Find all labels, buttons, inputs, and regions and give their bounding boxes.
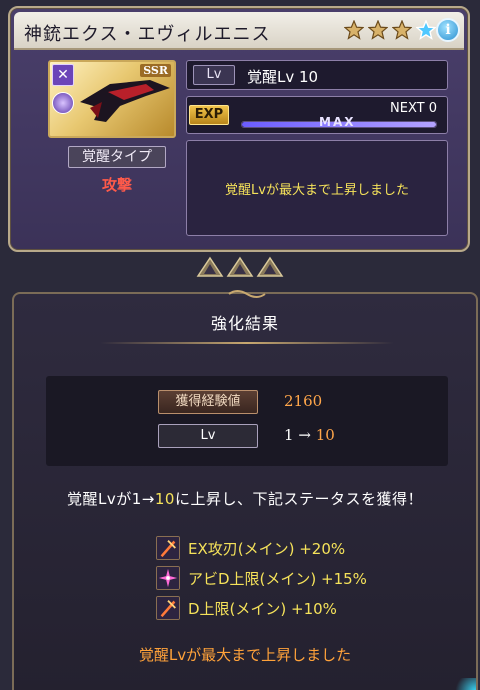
exp-tag: EXP <box>189 105 229 125</box>
level-box: Lv 覚醒Lv 10 <box>186 60 448 90</box>
bonus-text: D上限(メイン) +10% <box>188 600 337 618</box>
weapon-name: 神銃エクス・エヴィルエニス <box>24 24 271 45</box>
up-arrow-icon <box>196 256 224 277</box>
summary-to: 10 <box>154 490 175 508</box>
exp-gain-tag: 獲得経験値 <box>158 390 258 414</box>
lv-to: 10 <box>315 426 335 444</box>
star-filled-icon <box>344 20 364 40</box>
level-value: 覚醒Lv 10 <box>247 68 319 86</box>
lv-gain-value: 1 → 10 <box>284 426 335 444</box>
awaken-type-tag: 覚醒タイプ <box>68 146 166 168</box>
summary-arrow: → <box>141 490 155 508</box>
next-exp-label: NEXT 0 <box>390 101 437 116</box>
star-special-icon <box>416 20 436 40</box>
max-label: MAX <box>319 115 356 129</box>
level-tag: Lv <box>193 65 235 85</box>
title-divider <box>100 342 394 344</box>
result-panel: 強化結果 獲得経験値 2160 Lv 1 → 10 覚醒Lvが1→10に上昇し、… <box>12 290 478 690</box>
weapon-card: 神銃エクス・エヴィルエニス i SSR ✕ Lv 覚醒Lv 10 EXP NEX… <box>8 6 470 252</box>
summary-prefix: 覚醒Lvが <box>67 490 132 508</box>
up-arrow-icon <box>256 256 284 277</box>
ornament-icon <box>228 290 266 298</box>
info-icon[interactable]: i <box>436 18 460 42</box>
star-rating <box>344 20 436 40</box>
skill-icon <box>52 92 74 114</box>
max-level-message: 覚醒Lvが最大まで上昇しました <box>225 183 409 198</box>
sparkle-skill-icon <box>156 566 180 590</box>
lv-arrow: → <box>298 426 311 444</box>
exp-gain-value: 2160 <box>284 392 323 410</box>
bonus-text: アビD上限(メイン) +15% <box>188 570 367 588</box>
summary-from: 1 <box>131 490 142 508</box>
up-arrow-icon <box>226 256 254 277</box>
attack-sword-icon <box>156 536 180 560</box>
exp-box: EXP NEXT 0 MAX <box>186 96 448 134</box>
star-filled-icon <box>392 20 412 40</box>
rarity-badge: SSR <box>140 64 171 77</box>
level-up-arrows <box>196 256 284 278</box>
message-box: 覚醒Lvが最大まで上昇しました <box>186 140 448 236</box>
bonus-text: EX攻刃(メイン) +20% <box>188 540 346 558</box>
lv-gain-tag: Lv <box>158 424 258 448</box>
gain-box: 獲得経験値 2160 Lv 1 → 10 <box>46 376 448 466</box>
result-title: 強化結果 <box>210 314 279 333</box>
star-filled-icon <box>368 20 388 40</box>
summary-suffix: に上昇し、下記ステータスを獲得！ <box>174 490 423 508</box>
weapon-image[interactable]: SSR ✕ <box>48 60 176 138</box>
lv-from: 1 <box>284 426 294 444</box>
final-message: 覚醒Lvが最大まで上昇しました <box>138 646 352 664</box>
awaken-type-value: 攻撃 <box>101 176 132 194</box>
summary-line: 覚醒Lvが1→10に上昇し、下記ステータスを獲得！ <box>14 488 476 509</box>
corner-glow <box>450 678 476 690</box>
attack-sword-icon <box>156 596 180 620</box>
dark-element-icon: ✕ <box>52 64 74 86</box>
weapon-title-bar: 神銃エクス・エヴィルエニス i <box>14 12 464 50</box>
